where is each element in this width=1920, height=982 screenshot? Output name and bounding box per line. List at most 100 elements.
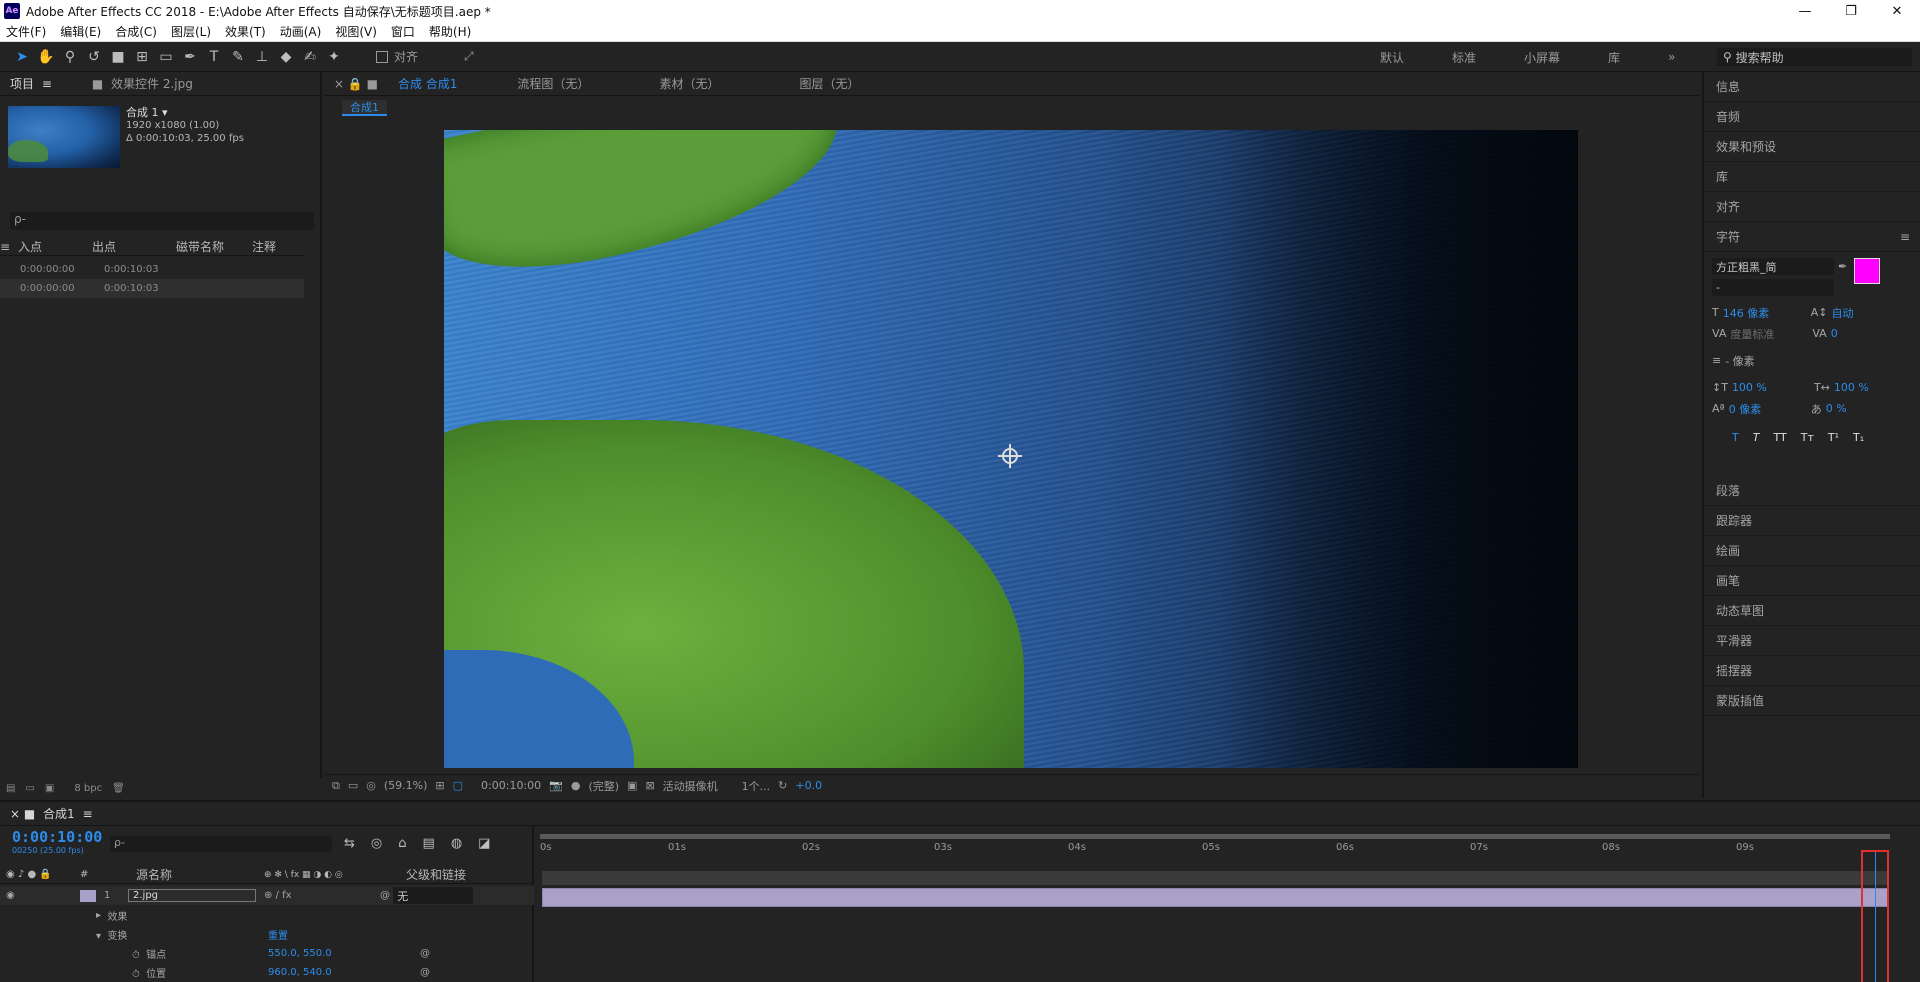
menu-composition[interactable]: 合成(C) xyxy=(115,23,157,40)
motion-blur-icon[interactable]: ◍ xyxy=(451,836,462,851)
col-comment[interactable]: 注释 xyxy=(252,238,302,255)
panel-paragraph[interactable]: 段落 xyxy=(1704,476,1920,506)
tab-timeline[interactable]: × ■ 合成1 ≡ xyxy=(0,805,103,822)
panel-libraries[interactable]: 库 xyxy=(1704,162,1920,192)
superscript-button[interactable]: T¹ xyxy=(1828,431,1839,444)
col-in-point[interactable]: 入点 xyxy=(8,238,92,255)
roto-brush-tool-icon[interactable]: ✍ xyxy=(298,46,322,68)
composition-viewer[interactable] xyxy=(444,130,1578,768)
menu-window[interactable]: 窗口 xyxy=(391,23,415,40)
tab-footage[interactable]: 素材（无） xyxy=(649,75,729,92)
project-row[interactable]: 0:00:00:00 0:00:10:03 xyxy=(0,279,304,298)
workspace-libraries[interactable]: 库 xyxy=(1608,49,1620,66)
timeline-search-input[interactable]: ρ- xyxy=(110,836,332,852)
col-out-point[interactable]: 出点 xyxy=(92,238,176,255)
col-parent-link[interactable]: 父级和链接 xyxy=(406,866,466,883)
timeline-graph-area[interactable]: 0s 01s 02s 03s 04s 05s 06s 07s 08s 09s xyxy=(536,826,1920,982)
menu-layer[interactable]: 图层(L) xyxy=(171,23,211,40)
exposure-value[interactable]: +0.0 xyxy=(795,779,822,792)
panel-character[interactable]: 字符 ≡ xyxy=(1704,222,1920,252)
panel-paint[interactable]: 绘画 xyxy=(1704,536,1920,566)
parent-dropdown[interactable]: 无 xyxy=(393,887,474,904)
panel-smoother[interactable]: 平滑器 xyxy=(1704,626,1920,656)
anchor-point-row[interactable]: ⏱ 锚点 550.0, 550.0 @ xyxy=(0,944,534,963)
workspace-default[interactable]: 默认 xyxy=(1380,49,1404,66)
trash-icon[interactable]: 🗑 xyxy=(112,783,125,794)
zoom-tool-icon[interactable]: ⚲ xyxy=(58,46,82,68)
expression-pick-whip-icon[interactable]: @ xyxy=(420,967,430,978)
region-of-interest-icon[interactable]: ▢ xyxy=(453,779,463,792)
comp-mini-flowchart-icon[interactable]: ⇆ xyxy=(344,836,355,851)
interpret-footage-icon[interactable]: ▤ xyxy=(6,783,15,794)
tab-effect-controls[interactable]: ■ 效果控件 2.jpg xyxy=(82,75,203,92)
camera-tool-icon[interactable]: ■ xyxy=(106,46,130,68)
views-dropdown[interactable]: 1个... xyxy=(742,778,771,794)
tab-layer[interactable]: 图层（无） xyxy=(789,75,869,92)
leading-value[interactable]: 自动 xyxy=(1831,305,1853,321)
layer-row[interactable]: ◉ 1 2.jpg ⊕ ∕ fx @ 无 xyxy=(0,886,534,905)
maximize-button[interactable]: ❐ xyxy=(1828,0,1874,22)
tracking-value[interactable]: 0 xyxy=(1831,327,1838,340)
new-comp-icon[interactable]: ▣ xyxy=(45,783,54,794)
current-time-indicator[interactable] xyxy=(1860,850,1889,982)
stroke-width-value[interactable]: - 像素 xyxy=(1725,353,1811,369)
all-caps-button[interactable]: TT xyxy=(1773,431,1786,444)
font-style-dropdown[interactable]: - xyxy=(1712,279,1834,296)
tsume-value[interactable]: 0 % xyxy=(1826,402,1847,415)
faux-italic-button[interactable]: T xyxy=(1753,431,1760,444)
effects-group-row[interactable]: ▸ 效果 xyxy=(0,906,534,925)
panel-audio[interactable]: 音频 xyxy=(1704,102,1920,132)
position-value[interactable]: 960.0, 540.0 xyxy=(268,967,420,978)
show-channel-icon[interactable]: ● xyxy=(571,779,581,792)
close-comp-tab-icon[interactable]: × 🔒 ■ xyxy=(324,77,388,91)
new-folder-icon[interactable]: ▭ xyxy=(25,783,34,794)
menu-help[interactable]: 帮助(H) xyxy=(429,23,471,40)
fast-preview-icon[interactable]: ▣ xyxy=(627,779,637,792)
magnification-dropdown[interactable]: (59.1%) xyxy=(384,779,428,792)
layer-label-color[interactable] xyxy=(80,889,96,902)
draft-3d-icon[interactable]: ◎ xyxy=(371,836,382,851)
type-tool-icon[interactable]: T xyxy=(202,46,226,68)
col-tape-name[interactable]: 磁带名称 xyxy=(176,238,252,255)
time-ruler[interactable]: 0s 01s 02s 03s 04s 05s 06s 07s 08s 09s xyxy=(536,838,1900,858)
faux-bold-button[interactable]: T xyxy=(1732,431,1739,444)
anchor-point-value[interactable]: 550.0, 550.0 xyxy=(268,948,420,959)
eyedropper-icon[interactable]: ✒ xyxy=(1838,260,1847,273)
panel-effects-presets[interactable]: 效果和预设 xyxy=(1704,132,1920,162)
horizontal-scale-value[interactable]: 100 % xyxy=(1834,381,1869,394)
selection-tool-icon[interactable]: ➤ xyxy=(10,46,34,68)
menu-edit[interactable]: 编辑(E) xyxy=(60,23,101,40)
layer-name[interactable]: 2.jpg xyxy=(128,889,256,902)
minimize-button[interactable]: — xyxy=(1782,0,1828,22)
panel-motion-sketch[interactable]: 动态草图 xyxy=(1704,596,1920,626)
small-caps-button[interactable]: Tт xyxy=(1801,431,1814,444)
pan-behind-tool-icon[interactable]: ⊞ xyxy=(130,46,154,68)
anchor-point-icon[interactable] xyxy=(998,444,1022,468)
snap-checkbox[interactable] xyxy=(376,50,388,63)
menu-effect[interactable]: 效果(T) xyxy=(225,23,266,40)
menu-file[interactable]: 文件(F) xyxy=(6,23,46,40)
menu-view[interactable]: 视图(V) xyxy=(335,23,377,40)
panel-menu-icon[interactable]: ≡ xyxy=(1900,230,1910,244)
parent-pick-whip-icon[interactable]: @ xyxy=(380,890,393,901)
help-search-input[interactable]: ⚲ 搜索帮助 xyxy=(1717,48,1912,66)
col-source-name[interactable]: 源名称 xyxy=(136,866,264,883)
monitor-icon[interactable]: ▭ xyxy=(348,779,358,792)
fill-color-swatch[interactable] xyxy=(1854,258,1880,284)
workspace-standard[interactable]: 标准 xyxy=(1452,49,1476,66)
panel-brushes[interactable]: 画笔 xyxy=(1704,566,1920,596)
mask-visibility-icon[interactable]: ◎ xyxy=(366,779,376,792)
rotate-tool-icon[interactable]: ↺ xyxy=(82,46,106,68)
tab-composition[interactable]: 合成 合成1 xyxy=(388,75,467,92)
snapshot-icon[interactable]: 📷 xyxy=(549,779,563,792)
tab-project[interactable]: 项目 ≡ xyxy=(0,75,62,92)
panel-info[interactable]: 信息 xyxy=(1704,72,1920,102)
shy-layers-icon[interactable]: ⌂ xyxy=(398,836,406,851)
timeline-current-time[interactable]: 0:00:10:00 xyxy=(12,828,102,846)
layer-visibility-icon[interactable]: ◉ xyxy=(0,890,80,901)
menu-animation[interactable]: 动画(A) xyxy=(280,23,322,40)
frame-blending-icon[interactable]: ▤ xyxy=(423,836,435,851)
hand-tool-icon[interactable]: ✋ xyxy=(34,46,58,68)
rectangle-tool-icon[interactable]: ▭ xyxy=(154,46,178,68)
transform-group-row[interactable]: ▾ 变换 重置 xyxy=(0,925,534,944)
